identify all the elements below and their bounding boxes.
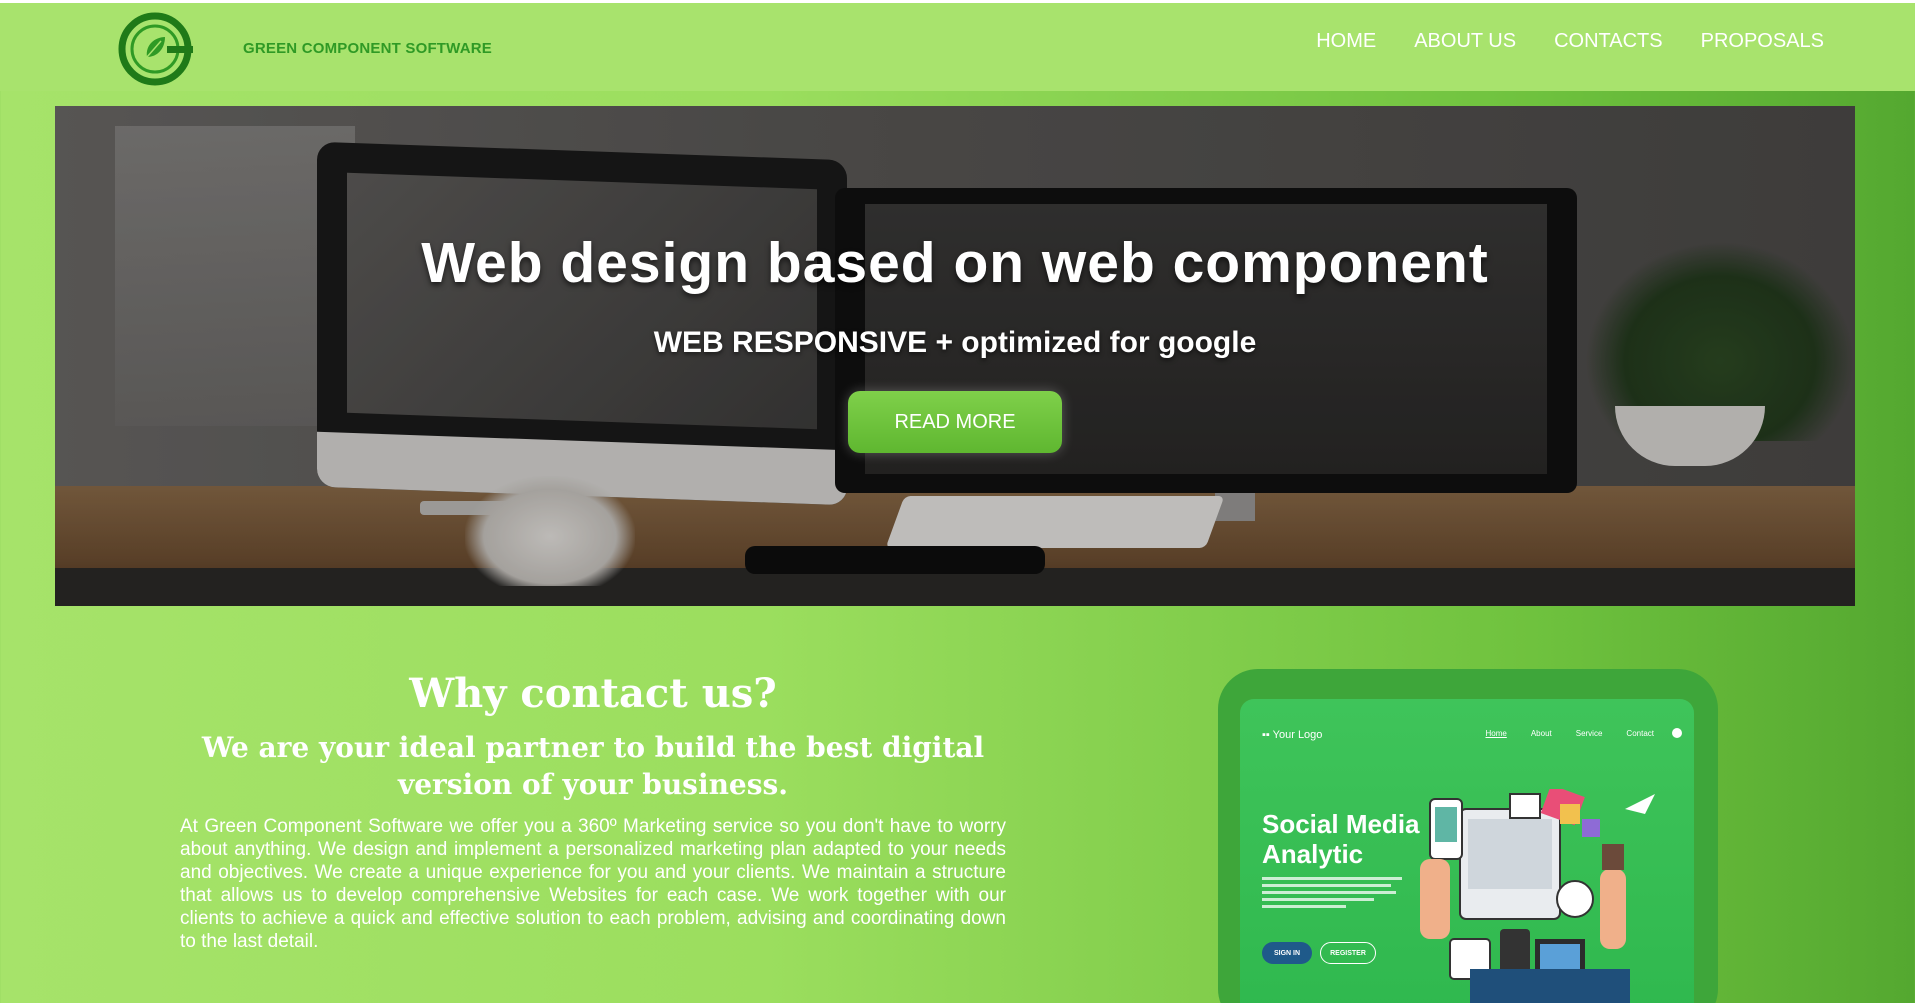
hero-banner: Web design based on web component WEB RE… [55,106,1855,606]
mockup-screen: ▪▪ Your Logo Home About Service Contact … [1240,699,1694,1003]
mockup-nav-service: Service [1575,729,1603,738]
mockup-nav: Home About Service Contact [1485,729,1654,738]
devices-illustration-icon [1420,789,1655,1003]
nav-about-us[interactable]: ABOUT US [1414,30,1516,53]
logo-icon[interactable] [117,11,193,87]
mockup-nav-about: About [1530,729,1552,738]
mockup-menu-icon [1672,728,1682,738]
about-section: Why contact us? We are your ideal partne… [180,670,1006,953]
navbar: GREEN COMPONENT SOFTWARE HOME ABOUT US C… [0,3,1915,91]
nav-home[interactable]: HOME [1316,30,1376,53]
mockup-title-line2: Analytic [1262,839,1364,869]
hero-title: Web design based on web component [421,231,1489,295]
about-heading: Why contact us? [409,670,777,717]
mockup-nav-contact: Contact [1626,729,1654,738]
mockup-register-button: REGISTER [1320,942,1376,964]
nav-proposals[interactable]: PROPOSALS [1701,30,1824,53]
hero-subtitle: WEB RESPONSIVE + optimized for google [653,326,1257,359]
mockup-title-line1: Social Media [1262,809,1420,839]
mockup-nav-home: Home [1485,729,1507,738]
mockup-title: Social Media Analytic [1262,809,1420,869]
mockup-signin-button: SIGN IN [1262,942,1312,964]
mockup-text-lines [1262,877,1402,912]
about-subheading: We are your ideal partner to build the b… [201,731,985,801]
main-nav: HOME ABOUT US CONTACTS PROPOSALS [1316,30,1824,53]
about-body: At Green Component Software we offer you… [180,816,1006,952]
nav-contacts[interactable]: CONTACTS [1554,30,1663,53]
mockup-logo: ▪▪ Your Logo [1262,729,1323,741]
website-mockup-image: ▪▪ Your Logo Home About Service Contact … [1218,669,1718,1003]
read-more-button[interactable]: READ MORE [848,391,1062,453]
brand-name: GREEN COMPONENT SOFTWARE [243,40,492,57]
